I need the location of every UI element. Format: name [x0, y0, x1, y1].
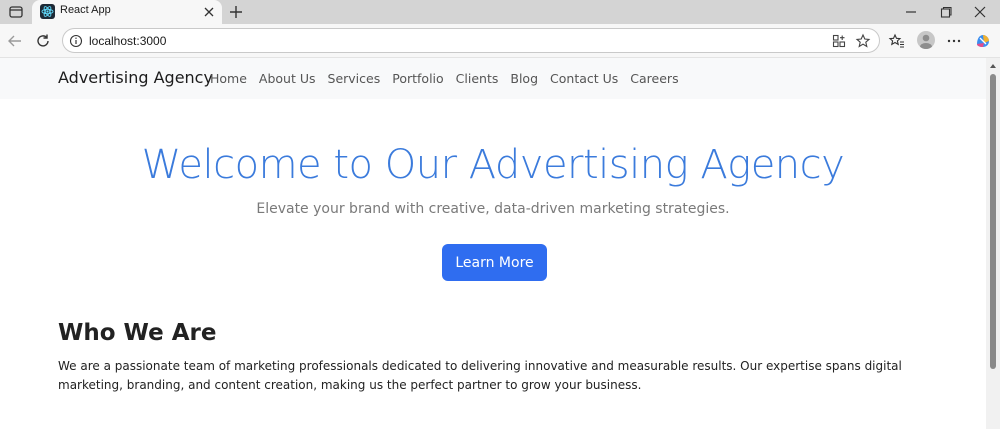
tab-title: React App — [60, 4, 111, 16]
browser-toolbar: localhost:3000 — [0, 24, 1000, 58]
site-navbar: Advertising Agency Home About Us Service… — [0, 58, 986, 99]
back-icon[interactable] — [6, 32, 24, 50]
minimize-icon[interactable] — [903, 4, 919, 20]
learn-more-button[interactable]: Learn More — [442, 244, 547, 281]
scroll-up-arrow-icon[interactable] — [989, 62, 997, 70]
nav-links: Home About Us Services Portfolio Clients… — [210, 71, 679, 86]
new-tab-icon[interactable] — [228, 4, 244, 20]
app-available-icon[interactable] — [831, 33, 847, 49]
copilot-icon[interactable] — [974, 32, 992, 50]
profile-avatar-icon[interactable] — [917, 31, 935, 49]
close-window-icon[interactable] — [972, 4, 988, 20]
page-content: Advertising Agency Home About Us Service… — [0, 58, 986, 429]
more-options-icon[interactable] — [945, 32, 963, 50]
who-we-are-text: We are a passionate team of marketing pr… — [58, 359, 902, 392]
close-tab-icon[interactable] — [202, 5, 216, 19]
nav-link-careers[interactable]: Careers — [630, 71, 678, 86]
site-info-icon[interactable] — [69, 34, 83, 48]
react-favicon-icon — [40, 4, 55, 19]
nav-link-services[interactable]: Services — [328, 71, 381, 86]
browser-tab-bar: React App — [0, 0, 1000, 24]
address-bar[interactable]: localhost:3000 — [62, 28, 880, 53]
url-text[interactable]: localhost:3000 — [89, 34, 166, 48]
page-scrollbar[interactable] — [986, 58, 1000, 429]
sidebar-toggle-icon[interactable] — [8, 4, 24, 20]
nav-link-contact-us[interactable]: Contact Us — [550, 71, 618, 86]
navbar-brand[interactable]: Advertising Agency — [58, 68, 213, 87]
browser-tab[interactable]: React App — [32, 0, 222, 24]
nav-link-portfolio[interactable]: Portfolio — [392, 71, 443, 86]
favorite-star-icon[interactable] — [855, 33, 871, 49]
hero-title: Welcome to Our Advertising Agency — [141, 142, 845, 188]
nav-link-about-us[interactable]: About Us — [259, 71, 316, 86]
restore-icon[interactable] — [938, 4, 954, 20]
nav-link-clients[interactable]: Clients — [456, 71, 499, 86]
hero-subtitle: Elevate your brand with creative, data-d… — [256, 201, 730, 217]
reload-icon[interactable] — [34, 32, 52, 50]
scrollbar-thumb[interactable] — [990, 74, 996, 369]
favorites-icon[interactable] — [888, 32, 906, 50]
who-we-are-heading: Who We Are — [58, 320, 217, 346]
nav-link-blog[interactable]: Blog — [510, 71, 538, 86]
nav-link-home[interactable]: Home — [210, 71, 247, 86]
